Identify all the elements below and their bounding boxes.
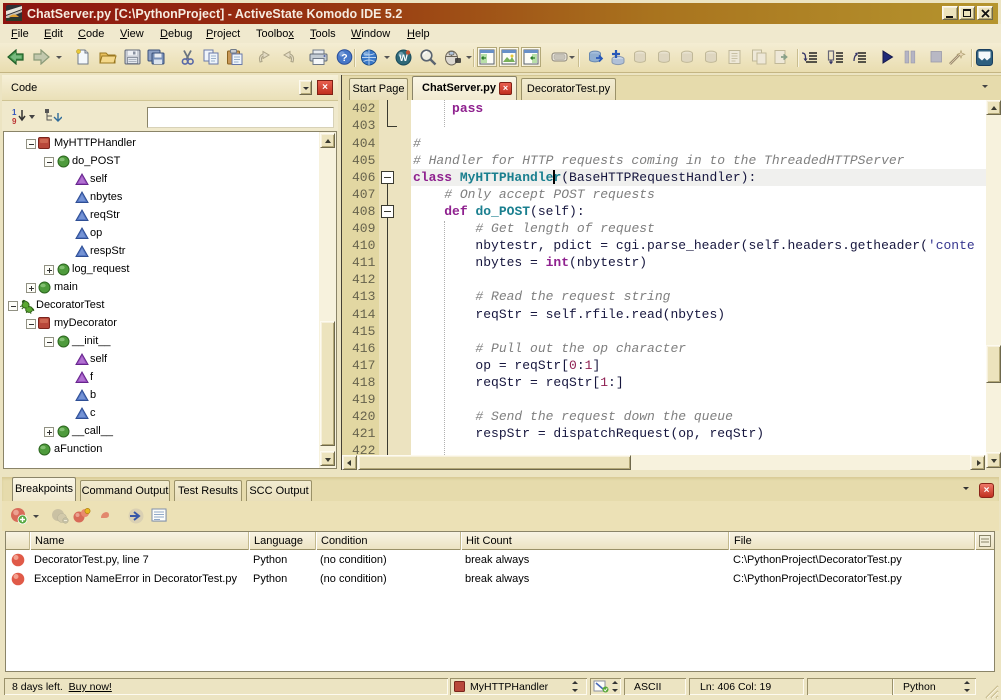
- svg-text:?: ?: [341, 52, 347, 64]
- svg-text:W: W: [399, 53, 408, 63]
- svg-text:9: 9: [12, 117, 17, 125]
- svg-text:1: 1: [12, 108, 17, 117]
